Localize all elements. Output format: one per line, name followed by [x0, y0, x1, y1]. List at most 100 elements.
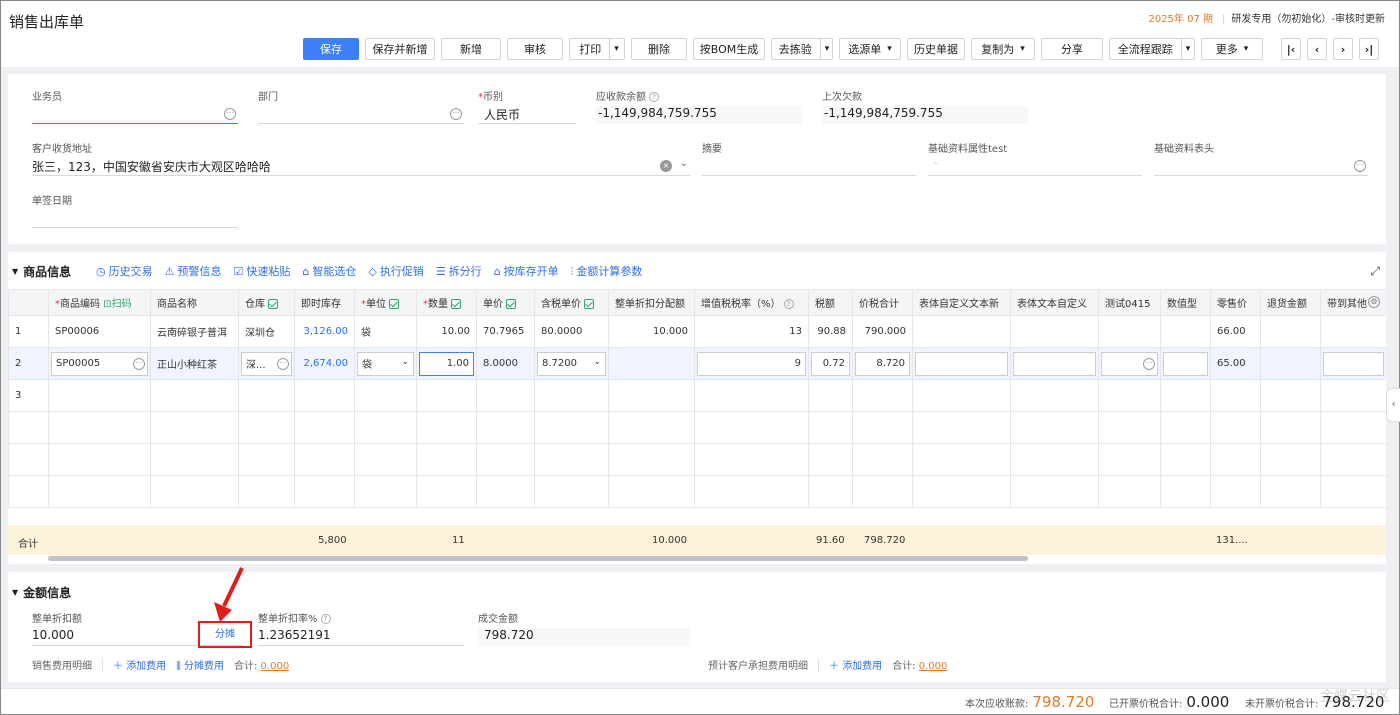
address-input[interactable]: 张三，123，中国安徽省安庆市大观区哈哈哈 × ⌄: [32, 158, 690, 176]
col-tax-price[interactable]: 含税单价: [534, 289, 609, 316]
help-icon[interactable]: ?: [649, 92, 659, 102]
collapse-icon[interactable]: ▼: [12, 267, 18, 276]
copy-as-button[interactable]: 复制为 ▾: [971, 38, 1035, 60]
period-label[interactable]: 2025年 07 期: [1148, 10, 1213, 25]
col-unit[interactable]: *单位: [354, 289, 417, 316]
cell-tax[interactable]: 0.72: [808, 347, 853, 380]
table-row[interactable]: 1 SP00006 云南碎银子普洱 深圳仓 3,126.00 袋 10.00 7…: [8, 315, 1386, 348]
add-button[interactable]: 新增: [441, 38, 501, 60]
cell-warehouse[interactable]: 深... ···: [238, 347, 295, 380]
stock-order-link[interactable]: ⌂ 按库存开单: [494, 263, 559, 279]
discount-rate-input[interactable]: 1.23652191: [258, 628, 464, 646]
inspect-label[interactable]: 去拣验: [771, 39, 821, 59]
table-row[interactable]: 2 SP00005 ··· 正山小种红茶 深... ··· 2,674.00 袋 ⌄ …: [8, 347, 1386, 380]
col-code[interactable]: *商品编码 ⊡扫码: [48, 289, 151, 316]
salesman-input[interactable]: ···: [32, 106, 238, 124]
sign-date-input[interactable]: [32, 210, 238, 228]
alloc-fee-link[interactable]: ⫼ 分摊费用: [176, 657, 224, 672]
history-trade-link[interactable]: ◷ 历史交易: [96, 263, 153, 279]
col-retail[interactable]: 零售价: [1210, 289, 1261, 316]
cell-unit[interactable]: 袋 ⌄: [354, 347, 417, 380]
cell-numtype[interactable]: [1160, 347, 1211, 380]
cell-return-amt[interactable]: [1260, 347, 1321, 380]
custom-text-input[interactable]: [1013, 351, 1096, 376]
cell-bring-other[interactable]: [1320, 315, 1386, 348]
chevron-down-icon[interactable]: ⌄: [593, 357, 601, 367]
basic-header-input[interactable]: ···: [1154, 158, 1368, 176]
cell-name[interactable]: 正山小种红茶: [150, 347, 239, 380]
delete-button[interactable]: 删除: [631, 38, 687, 60]
col-discount-alloc[interactable]: 整单折扣分配额: [608, 289, 695, 316]
fee-sum-value-2[interactable]: 0.000: [919, 661, 948, 672]
total-input[interactable]: 8.720: [855, 351, 910, 376]
help-icon[interactable]: ?: [320, 614, 331, 624]
next-record-icon[interactable]: ›: [1333, 38, 1353, 60]
side-collapse-icon[interactable]: ‹: [1386, 388, 1400, 422]
col-return-amt[interactable]: 退货金额: [1260, 289, 1321, 316]
ellipsis-icon[interactable]: ···: [277, 357, 289, 370]
cell-qty[interactable]: 10.00: [416, 315, 477, 348]
settings-gear-icon[interactable]: ⚙: [1368, 296, 1380, 308]
allocate-button[interactable]: 分摊: [198, 621, 252, 648]
table-row[interactable]: 3: [8, 379, 1386, 412]
chevron-down-icon[interactable]: ▾: [610, 44, 623, 54]
cell-price[interactable]: 8.0000: [476, 347, 535, 380]
history-docs-button[interactable]: 历史单据: [907, 38, 965, 60]
cell-code[interactable]: SP00006: [48, 315, 151, 348]
cell-vat-rate[interactable]: 9: [694, 347, 809, 380]
audit-button[interactable]: 审核: [507, 38, 563, 60]
bom-generate-button[interactable]: 按BOM生成: [693, 38, 765, 60]
cell-total[interactable]: 790.000: [852, 315, 913, 348]
split-row-link[interactable]: ☰ 拆分行: [436, 263, 482, 279]
currency-input[interactable]: 人民币: [478, 106, 576, 124]
cell-tax-price[interactable]: 80.0000: [534, 315, 609, 348]
ellipsis-icon[interactable]: ···: [1354, 160, 1366, 172]
col-stock[interactable]: 即时库存: [294, 289, 355, 316]
checkbox-icon[interactable]: [584, 299, 594, 309]
cell-name[interactable]: 云南碎银子普洱: [150, 315, 239, 348]
col-vat-rate[interactable]: 增值税税率（%）?: [694, 289, 809, 316]
col-qty[interactable]: *数量: [416, 289, 477, 316]
ellipsis-icon[interactable]: ···: [450, 108, 462, 120]
clear-icon[interactable]: ×: [660, 160, 672, 172]
promotion-link[interactable]: ◇ 执行促销: [368, 263, 423, 279]
summary-input[interactable]: [702, 158, 916, 176]
org-selector[interactable]: | 研发专用（勿初始化）-审核时更新: [1222, 10, 1385, 25]
cell-price[interactable]: 70.7965: [476, 315, 535, 348]
cell-qty[interactable]: 1.00: [416, 347, 477, 380]
share-button[interactable]: 分享: [1041, 38, 1103, 60]
trace-button[interactable]: 全流程跟踪 ▾: [1109, 38, 1195, 60]
ellipsis-icon[interactable]: ···: [1143, 357, 1155, 370]
tax-price-select[interactable]: 8.7200 ⌄: [537, 351, 606, 376]
bring-other-input[interactable]: [1323, 351, 1384, 376]
print-label[interactable]: 打印: [571, 39, 611, 59]
cell-total[interactable]: 8.720: [852, 347, 913, 380]
chevron-down-icon[interactable]: ▾: [1182, 44, 1195, 54]
qty-input[interactable]: 1.00: [419, 351, 474, 376]
amount-params-link[interactable]: ⫶ 金额计算参数: [571, 263, 643, 279]
first-record-icon[interactable]: |‹: [1281, 38, 1301, 60]
add-fee-link[interactable]: ＋ 添加费用: [113, 657, 166, 672]
cell-stock[interactable]: 2,674.00: [294, 347, 355, 380]
cell-test0415[interactable]: [1098, 315, 1161, 348]
cell-retail[interactable]: 66.00: [1210, 315, 1261, 348]
checkbox-icon[interactable]: [268, 299, 278, 309]
tax-input[interactable]: 0.72: [811, 351, 850, 376]
help-icon[interactable]: ?: [783, 299, 794, 309]
cell-numtype[interactable]: [1160, 315, 1211, 348]
col-numtype[interactable]: 数值型: [1160, 289, 1211, 316]
test0415-input[interactable]: ···: [1101, 351, 1158, 376]
add-fee-link-2[interactable]: ＋ 添加费用: [829, 657, 882, 672]
checkbox-icon[interactable]: [389, 299, 399, 309]
cell-custom-text-new[interactable]: [912, 315, 1011, 348]
cell-vat-rate[interactable]: 13: [694, 315, 809, 348]
col-total[interactable]: 价税合计: [852, 289, 913, 316]
collapse-icon[interactable]: ▼: [12, 588, 18, 597]
amount-section-header[interactable]: ▼ 金额信息: [12, 584, 71, 601]
col-tax[interactable]: 税额: [808, 289, 853, 316]
more-button[interactable]: 更多 ▾: [1201, 38, 1263, 60]
cell-return-amt[interactable]: [1260, 315, 1321, 348]
numtype-input[interactable]: [1163, 351, 1208, 376]
cell-tax[interactable]: 90.88: [808, 315, 853, 348]
select-source-button[interactable]: 选源单 ▾: [839, 38, 901, 60]
